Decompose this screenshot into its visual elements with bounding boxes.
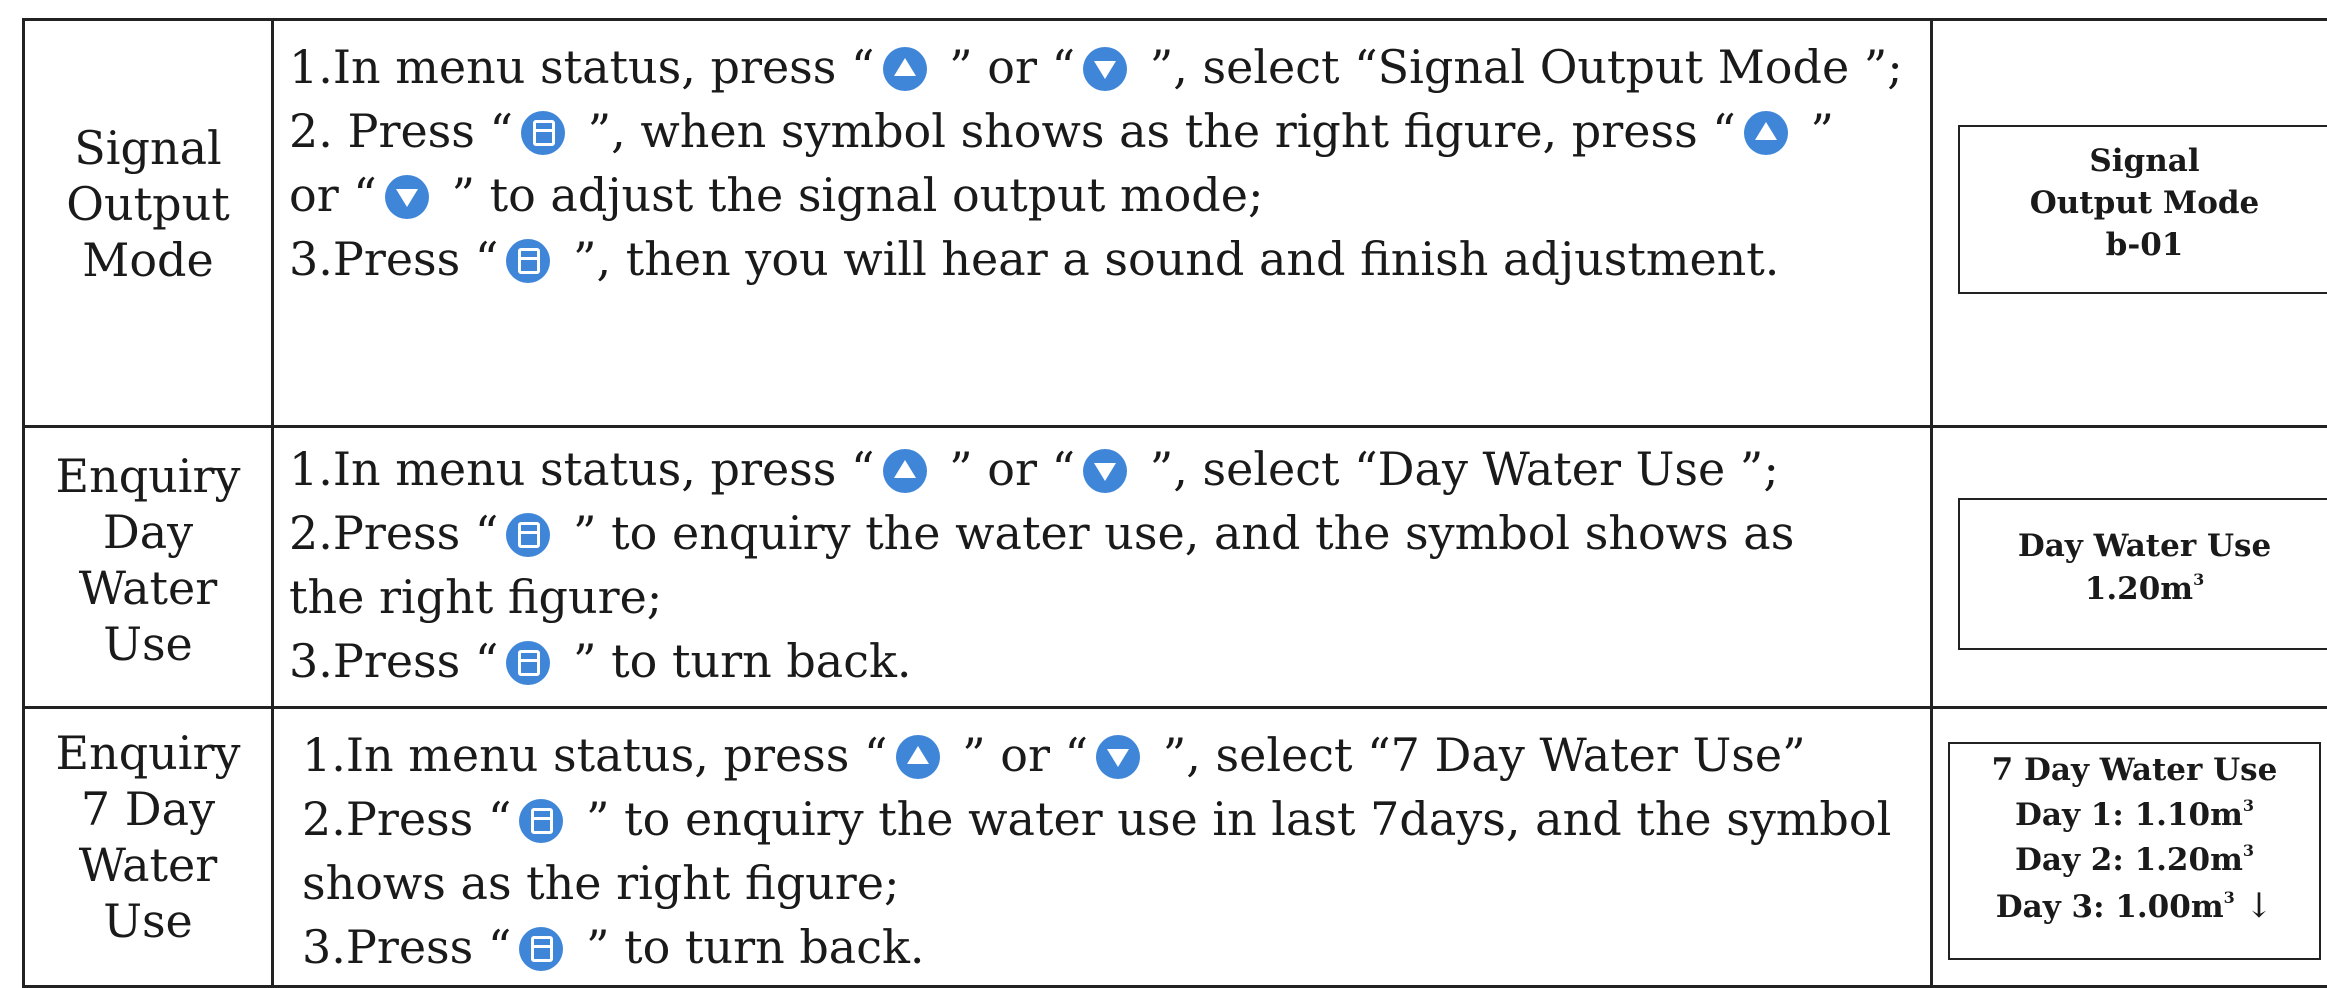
display-line: Signal (2089, 143, 2200, 179)
menu-button-icon (521, 111, 566, 155)
menu-button-icon (519, 927, 564, 971)
instruction-text: ” or “ (934, 442, 1076, 496)
instruction-text: ”, select “Day Water Use ”; (1135, 442, 1779, 496)
table-top-border (22, 18, 2327, 21)
row-2-instructions: 1.In menu status, press “ ” or “ ”, sele… (289, 437, 1794, 693)
instruction-text: the right figure; (289, 570, 663, 624)
instruction-text: ” to adjust the signal output mode; (436, 168, 1264, 222)
down-arrow-button-icon (1096, 735, 1141, 779)
display-line-with-unit: 1.20m3 (1960, 570, 2327, 607)
display-line: b-01 (2105, 227, 2184, 263)
row-divider-2 (22, 706, 2327, 709)
column-divider-1 (271, 18, 274, 988)
row-2-name-line: Day (102, 505, 194, 559)
menu-button-icon (506, 239, 551, 283)
instruction-line: 1.In menu status, press “ ” or “ ”, sele… (302, 723, 1891, 787)
instruction-text: 1.In menu status, press “ (289, 40, 875, 94)
instruction-line: 3.Press “ ” to turn back. (302, 915, 1891, 979)
menu-button-icon (506, 641, 551, 685)
display-line-with-unit: Day 1: 1.10m3 (1950, 796, 2319, 833)
instruction-text: ”, select “Signal Output Mode ”; (1135, 40, 1903, 94)
down-arrow-button-icon (384, 175, 429, 219)
down-arrow-button-icon (1083, 449, 1128, 493)
up-arrow-button-icon (882, 449, 927, 493)
instruction-line: 1.In menu status, press “ ” or “ ”, sele… (289, 437, 1794, 501)
up-arrow-button-icon (882, 47, 927, 91)
instruction-text: 1.In menu status, press “ (289, 442, 875, 496)
instruction-line: 2. Press “ ”, when symbol shows as the r… (289, 99, 1903, 163)
up-arrow-button-icon (1743, 111, 1788, 155)
row-2-display-figure: Day Water Use 1.20m3 (1958, 498, 2327, 650)
row-2-name-line: Enquiry (55, 449, 241, 503)
instruction-text: ” (1795, 104, 1834, 158)
instruction-line: shows as the right figure; (302, 851, 1891, 915)
instruction-text: shows as the right figure; (302, 856, 900, 910)
row-divider-1 (22, 425, 2327, 428)
display-line: Day Water Use (2017, 528, 2272, 564)
row-3-name-line: 7 Day (80, 782, 216, 836)
row-1-name-line: Mode (82, 233, 214, 287)
unit-superscript: 3 (2223, 888, 2235, 907)
instruction-text: 1.In menu status, press “ (302, 728, 888, 782)
instruction-text: ”, when symbol shows as the right figure… (573, 104, 1736, 158)
instruction-line: the right figure; (289, 565, 1794, 629)
instruction-line: 3.Press “ ”, then you will hear a sound … (289, 227, 1903, 291)
display-value: Day 1: 1.10m (2014, 797, 2243, 833)
instruction-text: 2. Press “ (289, 104, 514, 158)
scroll-down-arrow-icon: ↓ (2244, 886, 2274, 926)
instruction-text: ” or “ (947, 728, 1089, 782)
display-line-with-unit: Day 2: 1.20m3 (1950, 841, 2319, 878)
row-2-name-line: Water (78, 561, 218, 615)
row-1-name-line: Output (66, 177, 230, 231)
display-line: 7 Day Water Use (1991, 752, 2278, 788)
column-divider-2 (1930, 18, 1933, 988)
display-line: Output Mode (2029, 185, 2260, 221)
row-1-display-figure: Signal Output Mode b-01 (1958, 125, 2327, 294)
row-1-instructions: 1.In menu status, press “ ” or “ ”, sele… (289, 35, 1903, 291)
row-1-name-line: Signal (74, 121, 222, 175)
instruction-text: ” to turn back. (571, 920, 925, 974)
row-1-name: Signal Output Mode (25, 120, 271, 288)
instruction-text: ” to turn back. (558, 634, 912, 688)
row-2-name: Enquiry Day Water Use (25, 448, 271, 672)
up-arrow-button-icon (895, 735, 940, 779)
instruction-text: ” to enquiry the water use in last 7days… (571, 792, 1892, 846)
unit-superscript: 3 (2242, 841, 2255, 860)
instruction-text: 3.Press “ (289, 232, 499, 286)
instruction-text: 2.Press “ (302, 792, 512, 846)
display-value: Day 3: 1.00m (1995, 889, 2224, 925)
instruction-text: or “ (289, 168, 377, 222)
instruction-text: 3.Press “ (289, 634, 499, 688)
instruction-text: ”, then you will hear a sound and finish… (558, 232, 1780, 286)
row-3-name: Enquiry 7 Day Water Use (25, 725, 271, 949)
unit-superscript: 3 (2242, 796, 2255, 815)
unit-superscript: 3 (2193, 570, 2205, 589)
row-3-instructions: 1.In menu status, press “ ” or “ ”, sele… (302, 723, 1891, 979)
down-arrow-button-icon (1083, 47, 1128, 91)
menu-button-icon (519, 799, 564, 843)
instruction-text: 2.Press “ (289, 506, 499, 560)
instruction-line: or “ ” to adjust the signal output mode; (289, 163, 1903, 227)
instruction-line: 3.Press “ ” to turn back. (289, 629, 1794, 693)
instruction-text: ” to enquiry the water use, and the symb… (558, 506, 1795, 560)
row-3-name-line: Water (78, 838, 218, 892)
instruction-text: ” or “ (934, 40, 1076, 94)
instruction-text: 3.Press “ (302, 920, 512, 974)
display-value: Day 2: 1.20m (2014, 842, 2243, 878)
row-3-name-line: Use (103, 894, 193, 948)
display-value: 1.20m (2084, 571, 2194, 607)
row-3-name-line: Enquiry (55, 726, 241, 780)
instruction-text: ”, select “7 Day Water Use” (1148, 728, 1806, 782)
instruction-line: 2.Press “ ” to enquiry the water use in … (302, 787, 1891, 851)
instruction-line: 1.In menu status, press “ ” or “ ”, sele… (289, 35, 1903, 99)
row-2-name-line: Use (103, 617, 193, 671)
instruction-line: 2.Press “ ” to enquiry the water use, an… (289, 501, 1794, 565)
row-3-display-figure: 7 Day Water Use Day 1: 1.10m3 Day 2: 1.2… (1948, 742, 2321, 960)
display-line-with-unit: Day 3: 1.00m3 ↓ (1950, 886, 2319, 926)
menu-button-icon (506, 513, 551, 557)
